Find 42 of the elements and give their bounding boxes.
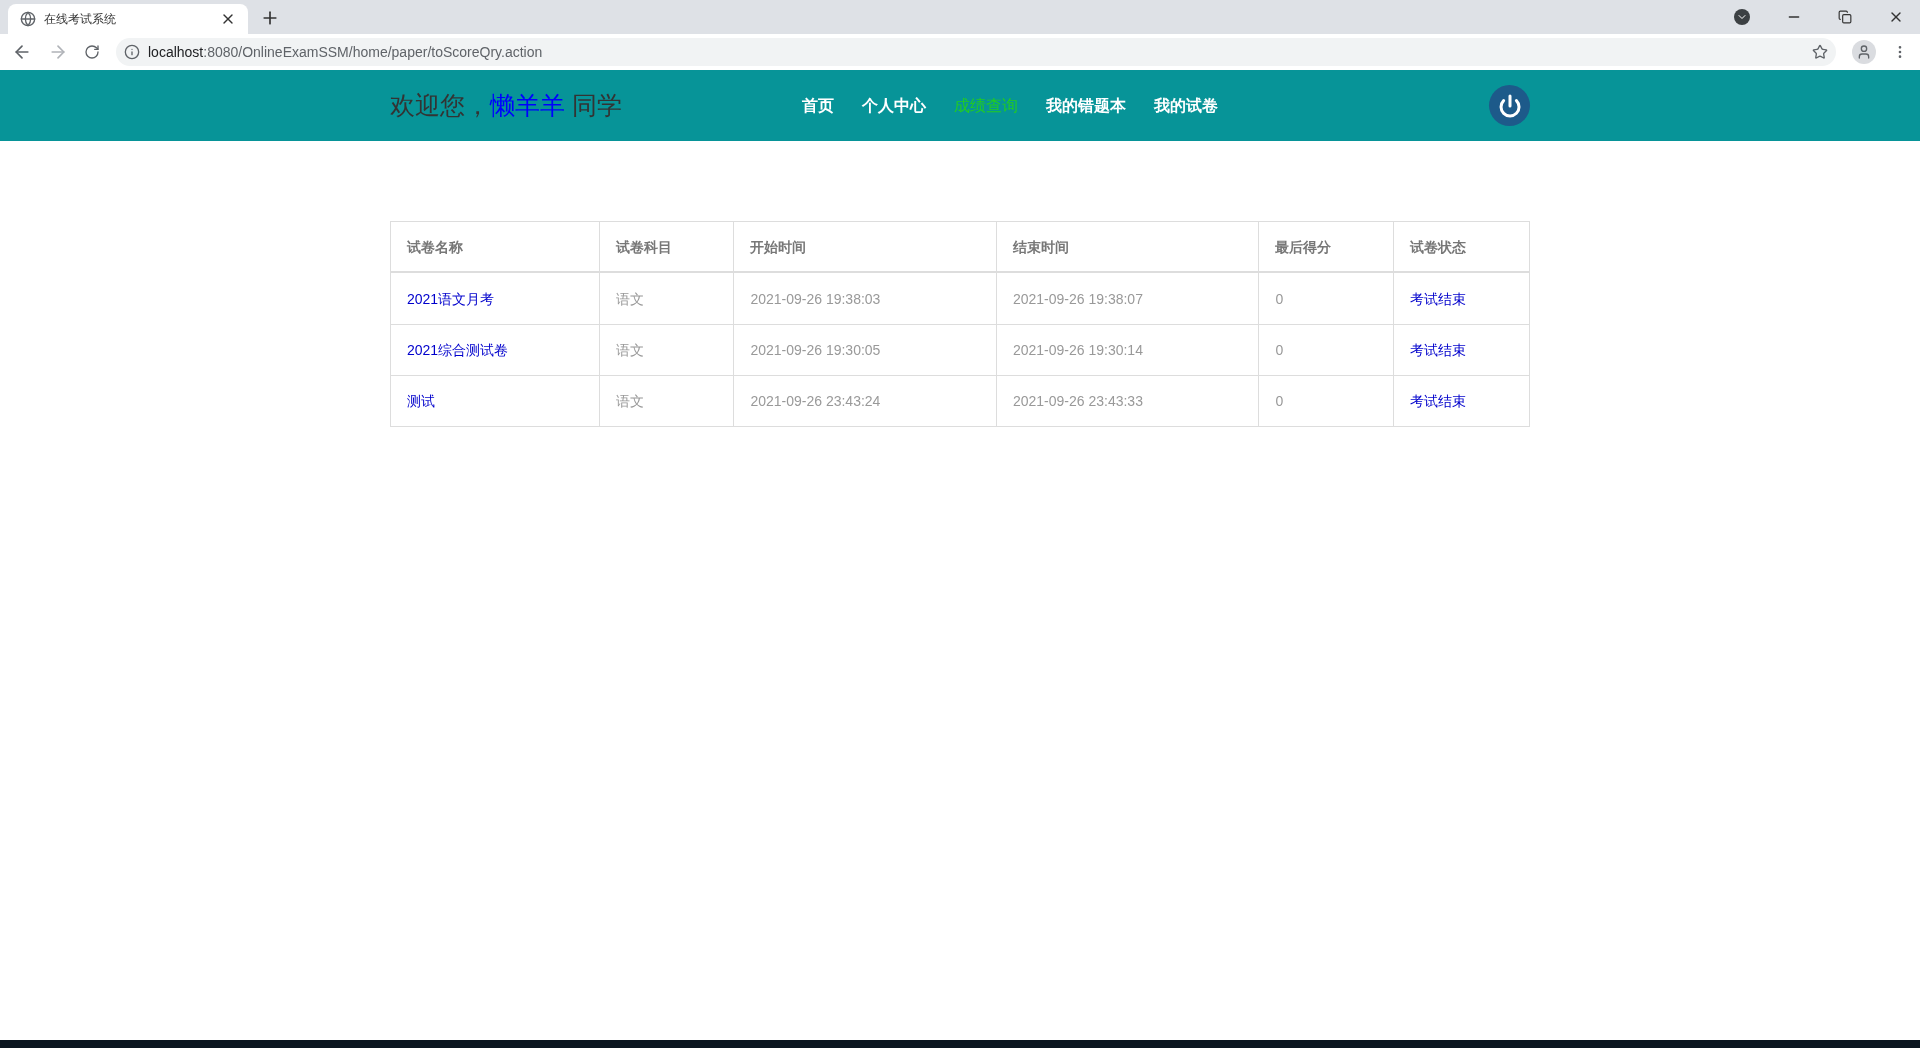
table-link[interactable]: 2021语文月考 [391,273,599,324]
table-cell: 0 [1258,325,1394,375]
table-cell: 0 [1258,273,1394,324]
table-cell: 2021-09-26 19:38:03 [733,273,996,324]
table-link[interactable]: 考试结束 [1393,273,1529,324]
address-bar[interactable]: localhost:8080/OnlineExamSSM/home/paper/toScoreQry.action [116,38,1836,66]
table-cell: 2021-09-26 23:43:33 [995,376,1259,426]
table-link[interactable]: 考试结束 [1393,325,1529,375]
power-icon [1497,93,1522,118]
table-cell: 语文 [598,273,734,324]
star-icon[interactable] [1812,44,1828,60]
restore-icon[interactable] [1838,10,1852,24]
column-header: 最后得分 [1258,222,1394,271]
dropdown-icon[interactable] [1734,9,1750,25]
table-cell: 语文 [598,376,734,426]
globe-icon [20,11,36,27]
table-link[interactable]: 测试 [391,376,599,426]
table-link[interactable]: 考试结束 [1393,376,1529,426]
nav-link[interactable]: 我的试卷 [1154,93,1218,118]
browser-tab[interactable]: 在线考试系统 [8,4,248,34]
nav-link[interactable]: 个人中心 [862,93,926,118]
power-button[interactable] [1489,85,1530,126]
table-cell: 0 [1258,376,1394,426]
tab-title: 在线考试系统 [44,11,117,27]
info-icon [124,44,140,60]
column-header: 结束时间 [995,222,1259,271]
table-link[interactable]: 2021综合测试卷 [391,325,599,375]
nav-link[interactable]: 我的错题本 [1046,93,1126,118]
column-header: 试卷名称 [406,237,464,257]
reload-icon[interactable] [84,44,100,60]
table-cell: 2021-09-26 23:43:24 [733,376,996,426]
table-cell: 2021-09-26 19:30:05 [733,325,996,375]
welcome-text: 欢迎您，懒羊羊 同学 [390,89,623,121]
table-cell: 语文 [598,325,734,375]
url-text: localhost:8080/OnlineExamSSM/home/paper/toScoreQry.action [148,43,544,62]
column-header: 开始时间 [733,222,996,271]
profile-icon[interactable] [1852,40,1876,64]
column-header: 试卷科目 [598,222,734,271]
column-header: 试卷状态 [1393,222,1529,271]
table-cell: 2021-09-26 19:30:14 [995,325,1259,375]
table-cell: 2021-09-26 19:38:07 [995,273,1259,324]
nav-link[interactable]: 首页 [802,93,834,118]
